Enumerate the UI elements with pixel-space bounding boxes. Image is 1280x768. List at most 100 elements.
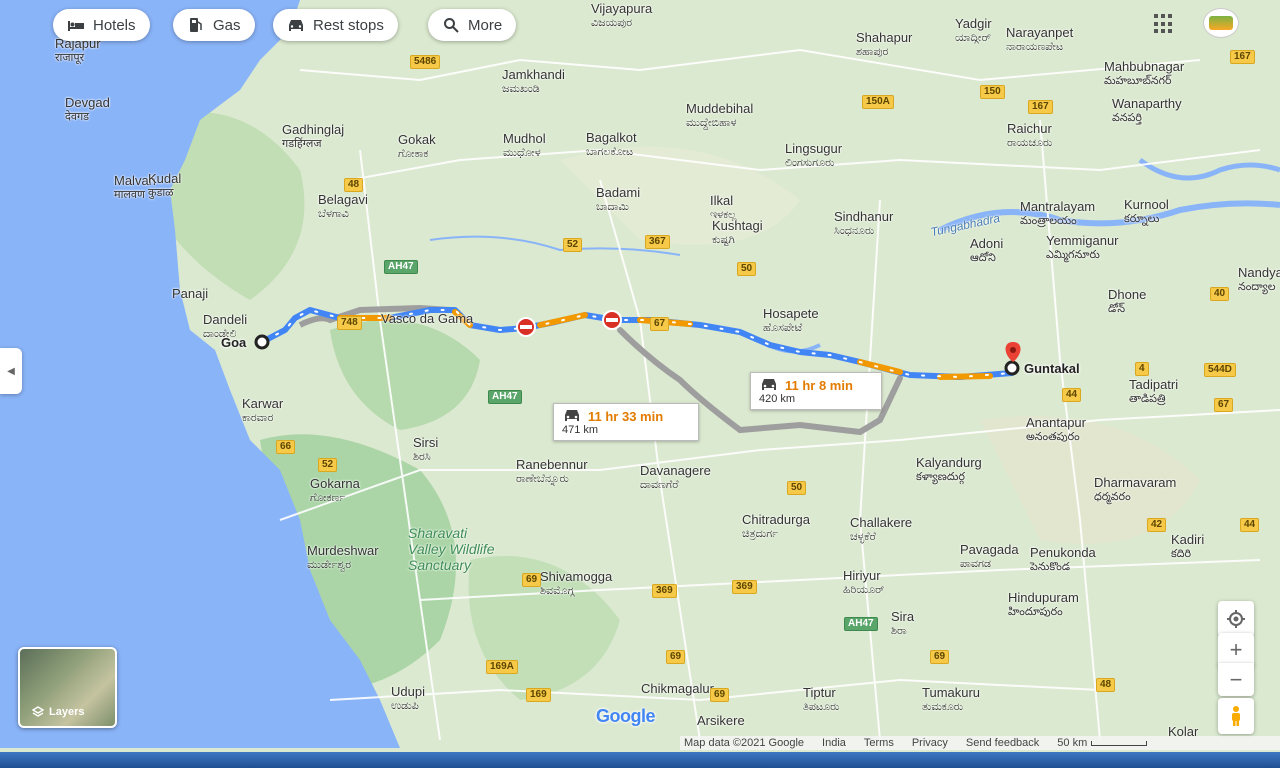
- place-label[interactable]: Anantapur అనంతపురం: [1026, 416, 1086, 444]
- place-label[interactable]: Challakere ಚಳ್ಳಕೆರೆ: [850, 516, 912, 544]
- place-label[interactable]: Devgad देवगड: [65, 96, 110, 124]
- place-label[interactable]: Davanagere ದಾವಣಗೆರೆ: [640, 464, 711, 492]
- place-name: Kalyandurg: [916, 455, 982, 470]
- place-label[interactable]: Mantralayam మంత్రాలయం: [1020, 200, 1095, 228]
- gas-chip[interactable]: Gas: [173, 9, 255, 41]
- place-label[interactable]: Badami ಬಾದಾಮಿ: [596, 186, 640, 214]
- highway-shield: 169A: [486, 660, 518, 674]
- pegman-button[interactable]: [1218, 698, 1254, 734]
- privacy-link[interactable]: Privacy: [912, 737, 948, 749]
- place-name: Mantralayam: [1020, 199, 1096, 214]
- place-label[interactable]: Chitradurga ಚಿತ್ರದುರ್ಗ: [742, 513, 810, 541]
- place-label[interactable]: Pavagada ಪಾವಗಡ: [960, 543, 1019, 571]
- highway-shield: 167: [1028, 100, 1053, 114]
- terms-link[interactable]: Terms: [864, 737, 894, 749]
- place-label[interactable]: Dhone డోన్: [1108, 288, 1146, 316]
- place-label[interactable]: Kadiri కదిరి: [1171, 533, 1204, 561]
- place-name: Hindupuram: [1008, 590, 1079, 605]
- my-location-button[interactable]: [1218, 601, 1254, 637]
- scale-bar[interactable]: 50 km: [1057, 737, 1148, 749]
- place-native-name: ಯಾದ್ಗೀರ್: [955, 32, 991, 44]
- place-label[interactable]: Raichur ರಾಯಚೂರು: [1007, 122, 1052, 150]
- place-label[interactable]: Mudhol ಮುಧೋಳ: [503, 132, 546, 160]
- place-name: Wanaparthy: [1112, 96, 1182, 111]
- account-avatar[interactable]: [1203, 8, 1239, 38]
- highway-shield: 50: [737, 262, 757, 276]
- place-label[interactable]: Shahapur ಶಹಾಪುರ: [856, 31, 912, 59]
- place-label[interactable]: Tumakuru ತುಮಕೂರು: [922, 686, 980, 714]
- place-native-name: కదిరి: [1171, 548, 1192, 560]
- layers-button[interactable]: Layers: [18, 647, 117, 728]
- place-label[interactable]: Yemmiganur ఎమ్మిగనూరు: [1046, 234, 1119, 262]
- search-icon: [444, 18, 459, 33]
- place-name: Muddebihal: [686, 101, 754, 116]
- place-label[interactable]: Jamkhandi ಜಮಖಂಡಿ: [502, 68, 565, 96]
- alternate-route-info[interactable]: 11 hr 33 min 471 km: [553, 403, 699, 441]
- place-label[interactable]: Hiriyur ಹಿರಿಯೂರ್: [843, 569, 885, 597]
- place-label[interactable]: Kushtagi ಕುಷ್ಟಗಿ: [712, 219, 763, 247]
- place-label[interactable]: Gadhinglaj गडहिंग्लज: [282, 123, 344, 151]
- place-label[interactable]: Shivamogga ಶಿವಮೊಗ್ಗ: [540, 570, 612, 598]
- place-label[interactable]: Narayanpet ನಾರಾಯಣಪೇಟ: [1006, 26, 1073, 54]
- place-label[interactable]: Kurnool కర్నూలు: [1124, 198, 1169, 226]
- place-name: Ranebennur: [516, 457, 588, 472]
- place-label[interactable]: Arsikere: [697, 714, 745, 728]
- place-label[interactable]: Nandyalనంద్యాల: [1238, 266, 1280, 294]
- place-label[interactable]: Dandeli ದಾಂಡೇಲಿ: [203, 313, 247, 341]
- place-label[interactable]: Belagavi ಬೆಳಗಾವಿ: [318, 193, 368, 221]
- place-native-name: ಮುಧೋಳ: [503, 147, 541, 159]
- place-label[interactable]: Tiptur ತಿಪಟೂರು: [803, 686, 839, 714]
- primary-route-info[interactable]: 11 hr 8 min 420 km: [750, 372, 882, 410]
- zoom-in-button[interactable]: +: [1218, 633, 1254, 666]
- place-label[interactable]: Murdeshwar ಮುರ್ಡೇಶ್ವರ: [307, 544, 379, 572]
- highway-shield: 67: [650, 317, 670, 331]
- highway-shield: 369: [652, 584, 677, 598]
- place-label[interactable]: Ranebennur ರಾಣೇಬೆನ್ನೂರು: [516, 458, 588, 486]
- place-label[interactable]: Gokarna ಗೋಕರ್ಣ: [310, 477, 360, 505]
- place-label[interactable]: Panaji: [172, 287, 208, 301]
- more-chip[interactable]: More: [428, 9, 517, 41]
- send-feedback-link[interactable]: Send feedback: [966, 737, 1039, 749]
- highway-shield: 544D: [1204, 363, 1236, 377]
- place-label[interactable]: Karwar ಕಾರವಾರ: [242, 397, 283, 425]
- place-label[interactable]: Vasco da Gama: [381, 312, 473, 326]
- place-label[interactable]: Bagalkot ಬಾಗಲಕೋಟ: [586, 131, 637, 159]
- place-native-name: ಶಿವಮೊಗ್ಗ: [540, 585, 575, 597]
- place-name: Raichur: [1007, 121, 1052, 136]
- place-label[interactable]: Tadipatri తాడిపత్రి: [1129, 378, 1178, 406]
- place-label[interactable]: Sira ಶಿರಾ: [891, 610, 914, 638]
- place-label[interactable]: Yadgir ಯಾದ್ಗೀರ್: [955, 17, 992, 45]
- place-label[interactable]: Chikmagalur: [641, 682, 714, 696]
- place-label[interactable]: Penukonda పెనుకొండ: [1030, 546, 1096, 574]
- hotels-chip[interactable]: Hotels: [53, 9, 150, 41]
- place-name: Tumakuru: [922, 685, 981, 700]
- place-label[interactable]: Udupi ಉಡುಪಿ: [391, 685, 425, 713]
- highway-shield: 69: [666, 650, 686, 664]
- place-label[interactable]: Gokak ಗೋಕಾಕ: [398, 133, 436, 161]
- alternate-route-distance: 471 km: [562, 424, 599, 436]
- place-label[interactable]: Hosapete ಹೊಸಪೇಟೆ: [763, 307, 819, 335]
- place-label[interactable]: Muddebihal ಮುದ್ದೇಬಿಹಾಳ: [686, 102, 753, 130]
- place-label[interactable]: Rajapur राजापूर: [55, 37, 101, 65]
- place-label[interactable]: Wanaparthy వనపర్తి: [1112, 97, 1182, 125]
- place-name: Vasco da Gama: [381, 311, 474, 326]
- rest-stops-chip[interactable]: Rest stops: [273, 9, 398, 41]
- zoom-out-button[interactable]: −: [1218, 663, 1254, 696]
- country-link[interactable]: India: [822, 737, 846, 749]
- map-canvas[interactable]: Goa Guntakal Vijayapura ವಿಜಯಪುರ Yadgir ಯಾದ್…: [0, 0, 1280, 768]
- place-label[interactable]: Lingsugur ಲಿಂಗಸುಗೂರು: [785, 142, 842, 170]
- place-label[interactable]: Adoni ఆదోని: [970, 237, 1003, 265]
- collapse-panel-button[interactable]: ◀: [0, 348, 22, 394]
- car-icon: [565, 410, 579, 421]
- place-name: Tiptur: [803, 685, 836, 700]
- apps-grid-icon[interactable]: [1154, 14, 1174, 34]
- place-label[interactable]: Vijayapura ವಿಜಯಪುರ: [591, 2, 652, 30]
- place-label[interactable]: Mahbubnagar మహబూబ్‌నగర్: [1104, 60, 1184, 88]
- place-label[interactable]: Sirsi ಶಿರಸಿ: [413, 436, 438, 464]
- place-label[interactable]: Sindhanur ಸಿಂಧನೂರು: [834, 210, 893, 238]
- place-label[interactable]: Kudal कुडाळ: [148, 172, 181, 200]
- place-label[interactable]: Hindupuram హిందూపురం: [1008, 591, 1079, 619]
- place-label[interactable]: Dharmavaram ధర్మవరం: [1094, 476, 1176, 504]
- place-native-name: మహబూబ్‌నగర్: [1104, 75, 1172, 87]
- place-label[interactable]: Kalyandurg కళ్యాణదుర్గ: [916, 456, 982, 484]
